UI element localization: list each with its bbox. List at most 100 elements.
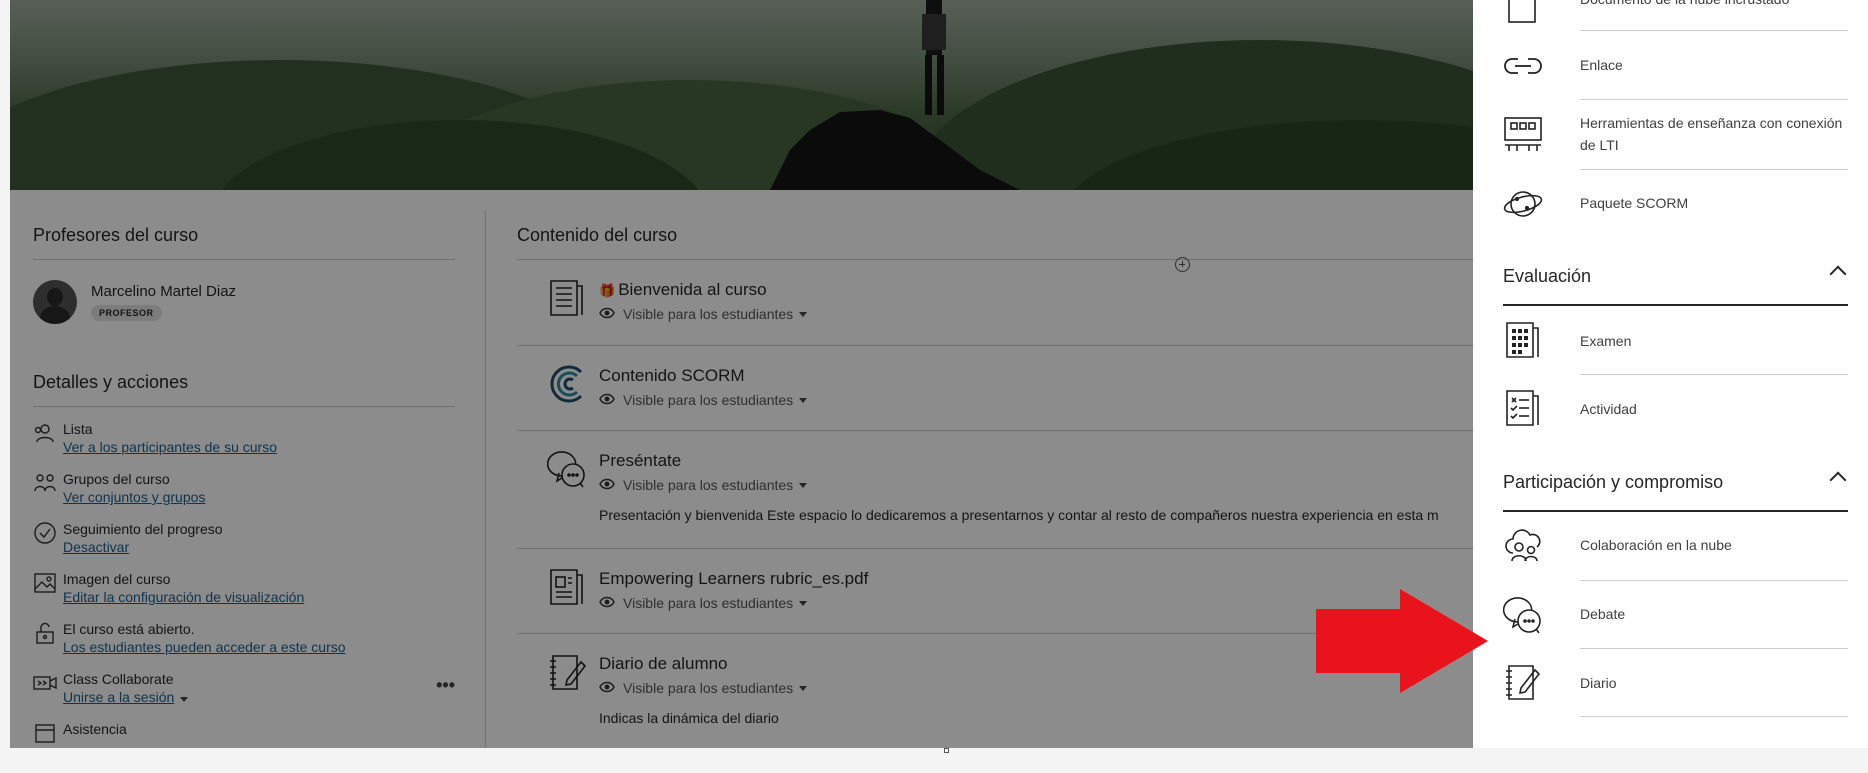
detail-label: El curso está abierto. bbox=[63, 621, 195, 637]
panel-item-assignment[interactable]: Actividad bbox=[1503, 375, 1848, 443]
roster-icon bbox=[33, 421, 63, 457]
content-item-description: Indicas la dinámica del diario bbox=[599, 710, 779, 726]
teacher-card[interactable]: Marcelino Martel Diaz PROFESOR bbox=[33, 280, 455, 324]
column-divider bbox=[485, 210, 486, 748]
image-icon bbox=[33, 571, 63, 607]
unlock-icon bbox=[33, 621, 63, 657]
content-item[interactable]: Contenido SCORM Visible para los estudia… bbox=[517, 346, 1510, 431]
roster-link[interactable]: Ver a los participantes de su curso bbox=[63, 439, 277, 455]
content-item[interactable]: 🎁 Bienvenida al curso Visible para los es… bbox=[517, 260, 1510, 346]
more-options-button[interactable]: ••• bbox=[436, 675, 455, 696]
visibility-toggle[interactable]: Visible para los estudiantes bbox=[599, 392, 1510, 408]
content-item-description: Presentación y bienvenida Este espacio l… bbox=[599, 507, 1439, 523]
video-icon bbox=[33, 671, 63, 707]
section-title: Participación y compromiso bbox=[1503, 472, 1724, 492]
chevron-down-icon[interactable] bbox=[180, 697, 189, 702]
image-settings-link[interactable]: Editar la configuración de visualización bbox=[63, 589, 304, 605]
content-item-title[interactable]: Contenido SCORM bbox=[599, 346, 1510, 386]
left-column: Profesores del curso Marcelino Martel Di… bbox=[33, 225, 455, 748]
cloud-document-icon bbox=[1503, 0, 1543, 26]
chevron-up-icon[interactable] bbox=[1829, 471, 1847, 489]
exam-icon bbox=[1503, 320, 1543, 360]
eye-icon bbox=[599, 392, 615, 408]
visibility-toggle[interactable]: Visible para los estudiantes bbox=[599, 306, 1510, 322]
teacher-name: Marcelino Martel Diaz bbox=[91, 283, 237, 300]
panel-item-cloud-document[interactable]: Documento de la nube incrustado bbox=[1503, 0, 1848, 32]
cloud-collaboration-icon bbox=[1503, 525, 1543, 565]
section-evaluation-header[interactable]: Evaluación bbox=[1503, 254, 1848, 306]
panel-item-label: Actividad bbox=[1580, 401, 1637, 417]
join-session-link[interactable]: Unirse a la sesión bbox=[63, 689, 174, 705]
panel-item-label: Examen bbox=[1580, 333, 1632, 349]
content-item-title[interactable]: Empowering Learners rubric_es.pdf bbox=[599, 549, 1510, 589]
chevron-up-icon[interactable] bbox=[1829, 265, 1847, 283]
details-title: Detalles y acciones bbox=[33, 372, 455, 407]
eye-icon bbox=[599, 306, 615, 322]
scorm-package-icon bbox=[1503, 184, 1543, 224]
student-access-link[interactable]: Los estudiantes pueden acceder a este cu… bbox=[63, 639, 346, 655]
scorm-icon bbox=[547, 364, 587, 404]
content-item[interactable]: Preséntate Visible para los estudiantes … bbox=[517, 431, 1510, 549]
panel-item-label: Paquete SCORM bbox=[1580, 195, 1689, 211]
panel-item-lti[interactable]: Herramientas de enseñanza con conexión d… bbox=[1503, 100, 1848, 170]
groups-icon bbox=[33, 471, 63, 507]
content-title: Contenido del curso bbox=[517, 225, 1510, 260]
panel-item-journal[interactable]: Diario bbox=[1503, 649, 1848, 717]
panel-item-label: Herramientas de enseñanza con conexión d… bbox=[1580, 115, 1843, 153]
divider bbox=[1580, 716, 1848, 717]
add-content-panel: Documento de la nube incrustado Enlace H… bbox=[1473, 0, 1868, 748]
visibility-label: Visible para los estudiantes bbox=[623, 595, 794, 611]
check-circle-icon bbox=[33, 521, 63, 557]
detail-roster: Lista Ver a los participantes de su curs… bbox=[33, 421, 455, 457]
panel-item-exam[interactable]: Examen bbox=[1503, 306, 1848, 375]
panel-item-scorm[interactable]: Paquete SCORM bbox=[1503, 170, 1848, 238]
add-content-plus-icon[interactable] bbox=[1175, 257, 1190, 272]
visibility-label: Visible para los estudiantes bbox=[623, 477, 794, 493]
groups-link[interactable]: Ver conjuntos y grupos bbox=[63, 489, 205, 505]
chevron-down-icon bbox=[799, 685, 808, 691]
detail-image: Imagen del curso Editar la configuración… bbox=[33, 571, 455, 607]
progress-link[interactable]: Desactivar bbox=[63, 539, 129, 555]
link-icon bbox=[1503, 46, 1543, 86]
visibility-label: Visible para los estudiantes bbox=[623, 392, 794, 408]
visibility-label: Visible para los estudiantes bbox=[623, 306, 794, 322]
detail-label: Imagen del curso bbox=[63, 571, 171, 587]
detail-progress: Seguimiento del progreso Desactivar bbox=[33, 521, 455, 557]
panel-item-label: Enlace bbox=[1580, 57, 1623, 73]
discussion-icon bbox=[1502, 595, 1543, 635]
panel-item-label: Colaboración en la nube bbox=[1580, 537, 1732, 553]
journal-icon bbox=[1503, 662, 1543, 702]
assignment-icon bbox=[1503, 388, 1543, 428]
panel-item-discussion[interactable]: Debate bbox=[1502, 581, 1848, 649]
content-item-title[interactable]: Preséntate bbox=[599, 431, 1510, 471]
document-icon bbox=[547, 278, 587, 318]
panel-item-label: Documento de la nube incrustado bbox=[1580, 0, 1789, 10]
content-item-title[interactable]: Bienvenida al curso bbox=[618, 280, 766, 299]
course-page: Profesores del curso Marcelino Martel Di… bbox=[10, 0, 1510, 748]
resize-handle-icon bbox=[944, 748, 949, 753]
role-badge: PROFESOR bbox=[91, 305, 162, 321]
divider bbox=[1580, 30, 1848, 31]
eye-icon bbox=[599, 595, 615, 611]
section-title: Evaluación bbox=[1503, 266, 1592, 286]
panel-item-link[interactable]: Enlace bbox=[1503, 32, 1848, 100]
panel-item-cloud-collaboration[interactable]: Colaboración en la nube bbox=[1503, 512, 1848, 581]
course-banner-image bbox=[10, 0, 1510, 190]
attendance-icon bbox=[33, 721, 63, 748]
eye-icon bbox=[599, 477, 615, 493]
annotation-arrow-icon bbox=[1316, 589, 1488, 693]
panel-item-label: Diario bbox=[1580, 675, 1617, 691]
section-participation-header[interactable]: Participación y compromiso bbox=[1503, 460, 1848, 512]
visibility-label: Visible para los estudiantes bbox=[623, 680, 794, 696]
lti-icon bbox=[1503, 114, 1543, 154]
chevron-down-icon bbox=[799, 397, 808, 403]
eye-icon bbox=[599, 680, 615, 696]
visibility-toggle[interactable]: Visible para los estudiantes bbox=[599, 477, 1510, 493]
detail-groups: Grupos del curso Ver conjuntos y grupos bbox=[33, 471, 455, 507]
chevron-down-icon bbox=[799, 482, 808, 488]
journal-icon bbox=[547, 652, 587, 692]
bottom-strip bbox=[0, 748, 1868, 773]
detail-attendance: Asistencia bbox=[33, 721, 455, 748]
gift-icon: 🎁 bbox=[599, 283, 616, 298]
detail-label: Lista bbox=[63, 421, 93, 437]
